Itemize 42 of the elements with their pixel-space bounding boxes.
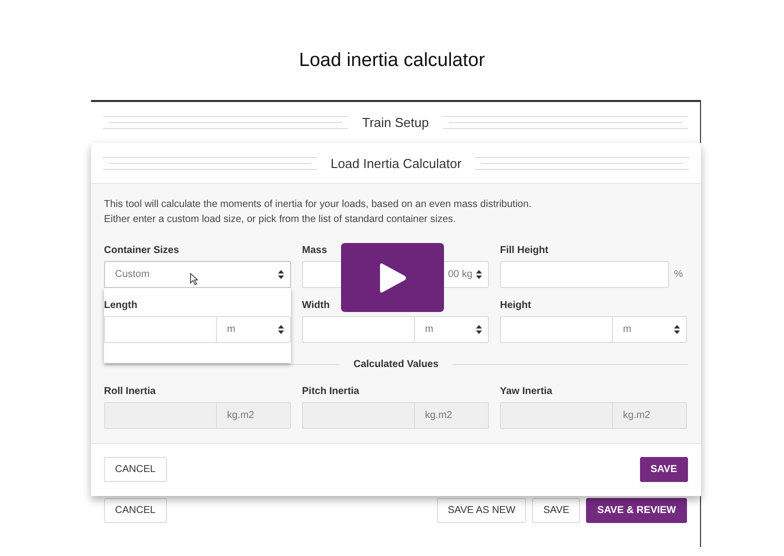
caret-icon xyxy=(476,270,482,279)
dimension-input[interactable] xyxy=(104,316,217,343)
intro-text: This tool will calculate the moments of inertia for your loads, based on an even mass distribution. Either enter a custom load size, or pick from the list of standard container sizes. xyxy=(104,198,532,227)
page-title: Load inertia calculator xyxy=(298,49,486,70)
dialog-title: Load Inertia Calculator xyxy=(330,156,462,170)
secondary-button[interactable]: SAVE xyxy=(532,498,580,523)
unit-select[interactable]: m xyxy=(415,316,489,343)
container-select[interactable]: Custom xyxy=(104,261,291,288)
primary-button[interactable]: SAVE xyxy=(640,457,688,482)
caret-icon xyxy=(278,270,284,279)
field-label: Roll Inertia xyxy=(104,386,157,398)
caret-icon xyxy=(278,325,284,334)
mass-input[interactable] xyxy=(302,261,341,288)
field-label: Yaw Inertia xyxy=(500,386,554,398)
play-icon xyxy=(378,262,406,294)
dialog-title: Train Setup xyxy=(362,114,429,130)
caret-icon xyxy=(674,325,680,334)
unit-select[interactable]: m xyxy=(613,316,687,343)
dimension-input[interactable] xyxy=(302,316,415,343)
cursor-icon xyxy=(190,273,198,285)
field-label: Mass xyxy=(302,245,328,257)
dimension-input[interactable] xyxy=(500,316,613,343)
unit-label: kg.m2 xyxy=(217,402,291,429)
play-button[interactable] xyxy=(341,243,444,312)
field-label: Pitch Inertia xyxy=(302,386,360,398)
field-label: Fill Height xyxy=(500,245,550,257)
field-label: Container Sizes xyxy=(104,245,180,257)
unit-label: kg.m2 xyxy=(613,402,687,429)
primary-button[interactable]: SAVE & REVIEW xyxy=(586,498,687,523)
field-label: Width xyxy=(302,300,331,312)
percent-suffix: % xyxy=(674,269,683,280)
unit-select[interactable]: m xyxy=(217,316,291,343)
section-title: Calculated Values xyxy=(353,359,439,370)
fill-height-input[interactable] xyxy=(500,261,669,288)
secondary-button[interactable]: CANCEL xyxy=(104,457,167,482)
field-label: Height xyxy=(500,300,532,312)
unit-select[interactable]: 00 kg xyxy=(444,261,489,288)
caret-icon xyxy=(476,325,482,334)
field-label: Length xyxy=(104,300,138,312)
secondary-button[interactable]: SAVE AS NEW xyxy=(436,498,526,523)
unit-label: kg.m2 xyxy=(415,402,489,429)
secondary-button[interactable]: CANCEL xyxy=(104,498,167,523)
